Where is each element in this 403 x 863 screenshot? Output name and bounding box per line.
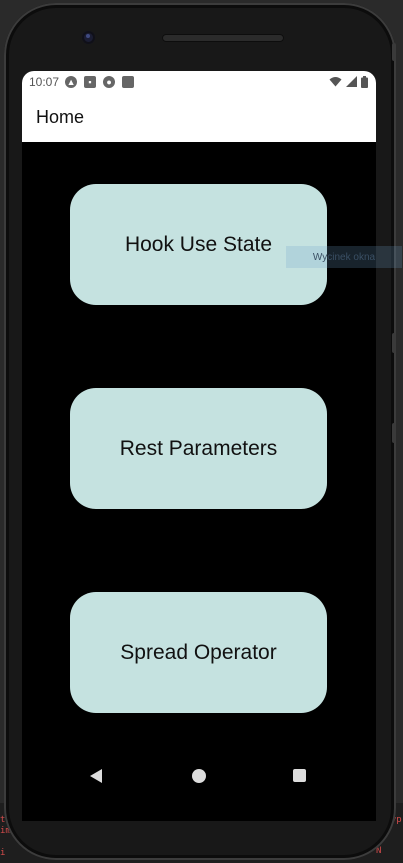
hook-use-state-button[interactable]: Hook Use State xyxy=(70,184,327,305)
side-button xyxy=(392,423,396,443)
system-nav-bar xyxy=(22,745,376,805)
back-icon[interactable] xyxy=(90,769,102,783)
status-bar: 10:07 ▲ ▪ ● xyxy=(22,71,376,92)
signal-icon xyxy=(346,76,357,87)
camera xyxy=(82,31,95,44)
speaker xyxy=(162,34,284,42)
home-icon[interactable] xyxy=(192,769,206,783)
app-bar: Home xyxy=(22,92,376,142)
image-icon: ▪ xyxy=(84,75,97,88)
snipping-tooltip: Wycinek okna xyxy=(286,246,402,268)
page-title: Home xyxy=(36,106,85,127)
side-button xyxy=(392,43,396,61)
battery-icon xyxy=(361,75,368,88)
status-time: 10:07 xyxy=(29,74,60,89)
chrome-icon: ● xyxy=(103,75,116,88)
sd-card-icon xyxy=(122,75,135,88)
side-button xyxy=(392,333,396,353)
device-screen: 10:07 ▲ ▪ ● Home Hook Use State Rest Par… xyxy=(22,71,376,821)
background-code-left-bottom: i xyxy=(0,848,6,858)
wifi-icon xyxy=(329,77,342,87)
rest-parameters-button[interactable]: Rest Parameters xyxy=(70,388,327,509)
spread-operator-button[interactable]: Spread Operator xyxy=(70,592,327,713)
recents-icon[interactable] xyxy=(293,769,306,782)
app-a-icon: ▲ xyxy=(65,75,78,88)
